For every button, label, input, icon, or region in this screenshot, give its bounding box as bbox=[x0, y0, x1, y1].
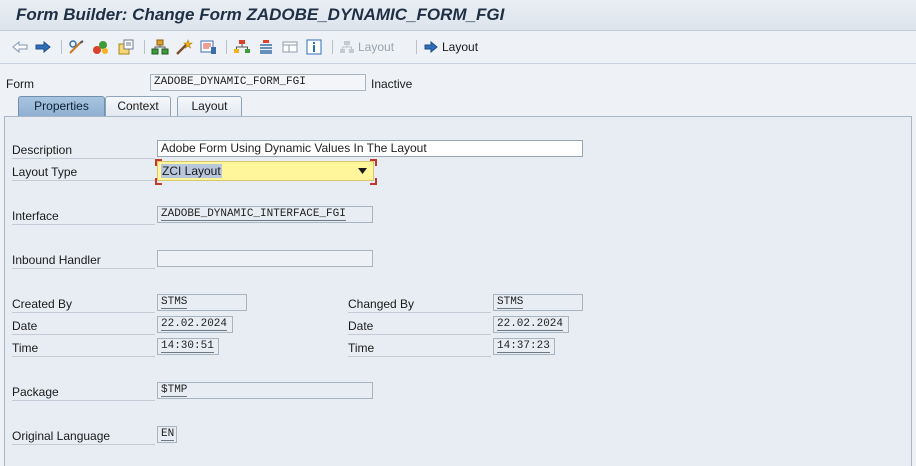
layout-type-dropdown[interactable]: ZCI Layout bbox=[157, 161, 374, 181]
created-by-field[interactable]: STMS bbox=[157, 294, 247, 311]
chevron-down-icon[interactable] bbox=[358, 168, 367, 174]
package-value: $TMP bbox=[161, 384, 188, 397]
field-underline bbox=[12, 334, 155, 335]
interface-value: ZADOBE_DYNAMIC_INTERFACE_FGI bbox=[161, 208, 346, 221]
field-underline bbox=[12, 180, 155, 181]
frame-icon[interactable] bbox=[280, 37, 300, 57]
created-date-field[interactable]: 22.02.2024 bbox=[157, 316, 233, 333]
field-underline bbox=[12, 224, 155, 225]
display-change-icon[interactable] bbox=[67, 37, 87, 57]
original-language-label: Original Language bbox=[12, 429, 111, 443]
created-by-value: STMS bbox=[161, 296, 188, 309]
focus-corner bbox=[370, 159, 377, 166]
inbound-handler-field[interactable] bbox=[157, 250, 373, 267]
changed-date-label: Date bbox=[348, 319, 374, 333]
properties-panel bbox=[4, 116, 912, 466]
changed-time-field[interactable]: 14:37:23 bbox=[493, 338, 555, 355]
created-date-value: 22.02.2024 bbox=[161, 318, 228, 331]
created-time-field[interactable]: 14:30:51 bbox=[157, 338, 219, 355]
field-underline bbox=[12, 400, 155, 401]
layout-button-label: Layout bbox=[442, 40, 479, 54]
description-field[interactable]: Adobe Form Using Dynamic Values In The L… bbox=[157, 140, 583, 157]
inbound-handler-label: Inbound Handler bbox=[12, 253, 101, 267]
changed-by-value: STMS bbox=[497, 296, 524, 309]
changed-date-field[interactable]: 22.02.2024 bbox=[493, 316, 569, 333]
layout-button[interactable]: Layout bbox=[424, 37, 486, 57]
toolbar-separator bbox=[332, 40, 333, 54]
toolbar-separator bbox=[226, 40, 227, 54]
interface-field[interactable]: ZADOBE_DYNAMIC_INTERFACE_FGI bbox=[157, 206, 373, 223]
toolbar-separator bbox=[61, 40, 62, 54]
field-underline bbox=[12, 158, 155, 159]
package-label: Package bbox=[12, 385, 59, 399]
forward-arrow-icon[interactable] bbox=[33, 37, 53, 57]
align-icon[interactable] bbox=[256, 37, 276, 57]
forward-arrow-icon bbox=[424, 41, 438, 53]
original-language-value: EN bbox=[161, 428, 175, 441]
tab-properties[interactable]: Properties bbox=[18, 96, 105, 116]
window-title: Form Builder: Change Form ZADOBE_DYNAMIC… bbox=[16, 5, 505, 24]
tab-context[interactable]: Context bbox=[105, 96, 171, 116]
hierarchy-icon[interactable] bbox=[150, 37, 170, 57]
layout-disabled-icon bbox=[340, 41, 354, 53]
created-time-label: Time bbox=[12, 341, 39, 355]
form-label: Form bbox=[6, 77, 34, 91]
created-date-label: Date bbox=[12, 319, 38, 333]
focus-corner bbox=[155, 159, 162, 166]
field-underline bbox=[12, 444, 155, 445]
changed-by-label: Changed By bbox=[348, 297, 415, 311]
application-toolbar: Layout Layout bbox=[0, 31, 916, 64]
original-language-field[interactable]: EN bbox=[157, 426, 177, 443]
form-status: Inactive bbox=[371, 77, 413, 91]
layout-type-selected-value: ZCI Layout bbox=[161, 164, 222, 178]
field-underline bbox=[12, 268, 155, 269]
changed-date-value: 22.02.2024 bbox=[497, 318, 564, 331]
focus-corner bbox=[155, 178, 162, 185]
field-underline bbox=[12, 356, 155, 357]
layout-type-label: Layout Type bbox=[12, 165, 78, 179]
created-by-label: Created By bbox=[12, 297, 73, 311]
activate-icon[interactable] bbox=[91, 37, 111, 57]
tab-strip: Properties Context Layout bbox=[0, 96, 916, 117]
print-preview-icon[interactable] bbox=[198, 37, 218, 57]
object-list-icon[interactable] bbox=[116, 37, 136, 57]
layout-disabled-label: Layout bbox=[358, 40, 395, 54]
field-underline bbox=[348, 334, 491, 335]
toolbar-separator bbox=[144, 40, 145, 54]
form-name-field[interactable]: ZADOBE_DYNAMIC_FORM_FGI bbox=[150, 74, 366, 91]
info-icon[interactable] bbox=[304, 37, 324, 57]
field-underline bbox=[348, 356, 491, 357]
package-field[interactable]: $TMP bbox=[157, 382, 373, 399]
magic-wand-icon[interactable] bbox=[174, 37, 194, 57]
field-underline bbox=[348, 312, 491, 313]
interface-label: Interface bbox=[12, 209, 59, 223]
field-underline bbox=[12, 312, 155, 313]
title-bar: Form Builder: Change Form ZADOBE_DYNAMIC… bbox=[0, 0, 916, 31]
tab-layout[interactable]: Layout bbox=[177, 96, 242, 116]
layout-tree-icon[interactable] bbox=[232, 37, 252, 57]
toolbar-separator bbox=[416, 40, 417, 54]
layout-button-disabled: Layout bbox=[339, 37, 401, 57]
changed-by-field[interactable]: STMS bbox=[493, 294, 583, 311]
created-time-value: 14:30:51 bbox=[161, 340, 214, 353]
back-arrow-icon[interactable] bbox=[10, 37, 30, 57]
description-label: Description bbox=[12, 143, 73, 157]
changed-time-label: Time bbox=[348, 341, 375, 355]
focus-corner bbox=[370, 178, 377, 185]
changed-time-value: 14:37:23 bbox=[497, 340, 550, 353]
